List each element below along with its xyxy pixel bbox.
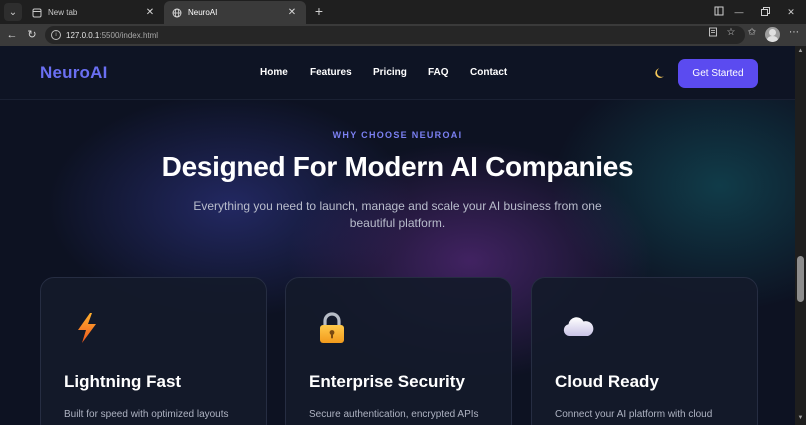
url-host: 127.0.0.1 (66, 30, 100, 40)
browser-tab-strip: ⌄ New tab ✕ NeuroAI ✕ + — ✕ (0, 0, 806, 24)
favorites-icon[interactable]: ✩ (746, 27, 758, 39)
back-button[interactable]: ← (4, 27, 20, 43)
star-icon[interactable]: ☆ (725, 27, 737, 39)
nav-link-faq[interactable]: FAQ (428, 67, 449, 78)
feature-card-description: Built for speed with optimized layouts (64, 409, 229, 420)
plus-icon: + (314, 3, 324, 19)
nav-link-contact[interactable]: Contact (470, 67, 507, 78)
feature-card-title: Enterprise Security (309, 372, 465, 391)
section-subtitle: Everything you need to launch, manage an… (193, 199, 602, 230)
lightning-icon (69, 310, 105, 346)
close-icon[interactable]: ✕ (144, 7, 156, 18)
tab-actions-icon (714, 6, 724, 18)
url-text[interactable]: 127.0.0.1:5500/index.html (66, 31, 158, 40)
cloud-icon (560, 310, 596, 346)
tab-label: New tab (48, 8, 78, 17)
moon-icon[interactable] (655, 66, 667, 78)
feature-card-lightning-fast: Lightning Fast Built for speed with opti… (40, 277, 267, 425)
nav-link-pricing[interactable]: Pricing (373, 67, 407, 78)
feature-card-description: Secure authentication, encrypted APIs (309, 409, 479, 420)
close-icon: ✕ (787, 6, 795, 17)
tab-neuroai[interactable]: NeuroAI ✕ (164, 1, 306, 24)
tab-search-button[interactable]: ⌄ (4, 3, 22, 21)
page-icon (32, 8, 42, 18)
site-logo[interactable]: NeuroAI (40, 63, 108, 83)
feature-card-description: Connect your AI platform with cloud (555, 409, 713, 420)
restore-icon (760, 6, 770, 18)
reload-icon: ↻ (27, 29, 37, 41)
feature-card-cloud-ready: Cloud Ready Connect your AI platform wit… (531, 277, 758, 425)
get-started-button[interactable]: Get Started (678, 59, 758, 88)
page-viewport: NeuroAI Home Features Pricing FAQ Contac… (0, 46, 806, 425)
browser-toolbar: ← ↻ i 127.0.0.1:5500/index.html ☆ ✩ ⋯ (0, 24, 806, 46)
scroll-thumb[interactable] (797, 256, 804, 302)
page-scrollbar[interactable]: ▲ ▼ (795, 46, 806, 425)
url-path: :5500/index.html (99, 30, 159, 40)
globe-icon (172, 8, 182, 18)
site-info-icon[interactable]: i (51, 30, 61, 40)
nav-link-home[interactable]: Home (260, 67, 288, 78)
feature-card-title: Cloud Ready (555, 372, 659, 391)
close-window-button[interactable]: ✕ (776, 0, 806, 24)
nav-link-features[interactable]: Features (310, 67, 352, 78)
close-icon[interactable]: ✕ (286, 7, 298, 18)
feature-card-enterprise-security: Enterprise Security Secure authenticatio… (285, 277, 512, 425)
feature-card-title: Lightning Fast (64, 372, 182, 391)
chevron-down-icon: ⌄ (8, 6, 18, 18)
new-tab-button[interactable]: + (311, 3, 327, 19)
avatar[interactable] (765, 27, 780, 42)
tab-label: NeuroAI (188, 8, 218, 17)
section-title: Designed For Modern AI Companies (161, 151, 634, 182)
reload-button[interactable]: ↻ (24, 27, 40, 43)
more-options-icon[interactable]: ⋯ (788, 27, 800, 39)
minimize-icon: — (734, 7, 744, 17)
reader-mode-icon[interactable] (707, 27, 719, 39)
scroll-down-arrow-icon[interactable]: ▼ (797, 415, 804, 421)
arrow-left-icon: ← (6, 29, 18, 41)
address-bar[interactable]: i 127.0.0.1:5500/index.html (45, 26, 745, 44)
section-eyebrow: WHY CHOOSE NEUROAI (332, 130, 463, 140)
tab-new-tab[interactable]: New tab ✕ (24, 1, 164, 24)
lock-icon (314, 310, 350, 346)
scroll-up-arrow-icon[interactable]: ▲ (797, 48, 804, 54)
site-navbar: NeuroAI Home Features Pricing FAQ Contac… (0, 46, 795, 100)
